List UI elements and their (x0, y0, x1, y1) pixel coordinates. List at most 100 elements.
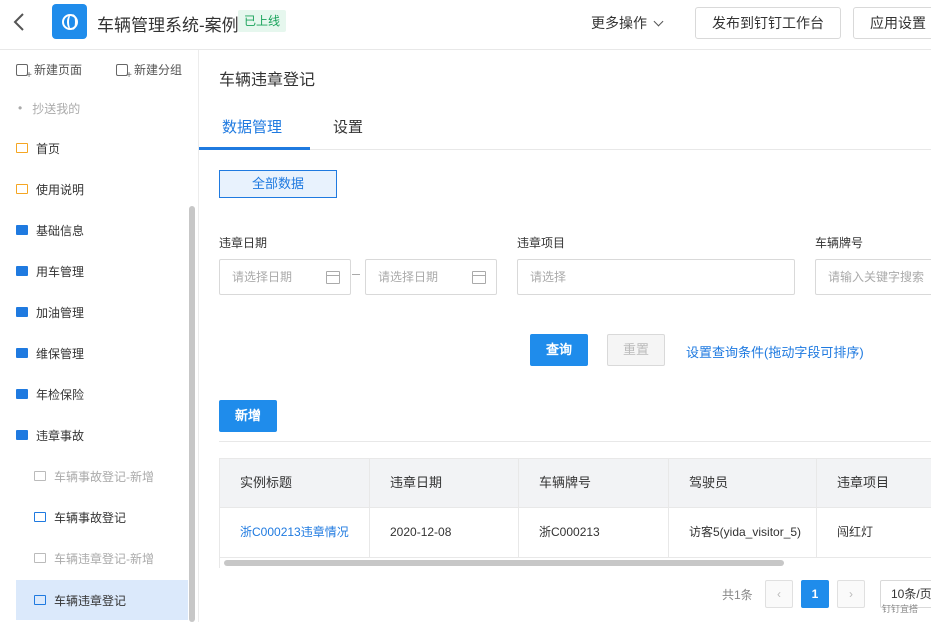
date-end-field[interactable]: 请选择日期 (365, 259, 497, 295)
new-group-button[interactable]: 新建分组 (116, 61, 183, 81)
cell-violation-item: 闯红灯 (817, 508, 931, 558)
sidebar-item-label: 车辆违章登记 (54, 593, 127, 608)
cell-driver: 访客5(yida_visitor_5) (669, 508, 817, 558)
sidebar-item-label: 车辆违章登记-新增 (54, 551, 154, 566)
main-content: 车辆违章登记 数据管理 设置 全部数据 违章日期 请选择日期 请选择日期 违章项… (199, 50, 931, 622)
column-header-title[interactable]: 实例标题 (220, 459, 370, 509)
table-header: 实例标题 违章日期 车辆牌号 驾驶员 违章项目 (220, 458, 931, 509)
tab-data-management[interactable]: 数据管理 (222, 116, 282, 137)
add-button[interactable]: 新增 (219, 400, 277, 432)
violation-item-select[interactable]: 请选择 (517, 259, 795, 295)
sidebar-scrollbar[interactable] (189, 206, 195, 622)
column-header-date[interactable]: 违章日期 (370, 459, 519, 509)
date-range-separator (352, 274, 360, 275)
sidebar-item-violation-register[interactable]: 车辆违章登记 (16, 580, 188, 620)
sidebar: 新建页面 新建分组 • 抄送我的 首页 使用说明 基础信息 用车管理 加油管理 维… (0, 50, 199, 622)
new-group-label: 新建分组 (134, 63, 183, 77)
globe-icon (61, 13, 78, 30)
pagination-page-1[interactable]: 1 (801, 580, 829, 608)
sidebar-item-label: 车辆事故登记 (54, 510, 127, 525)
form-icon (34, 512, 46, 522)
back-button[interactable] (12, 11, 32, 35)
column-header-plate[interactable]: 车辆牌号 (519, 459, 669, 509)
calendar-icon (472, 271, 486, 284)
sidebar-item-violation-register-new[interactable]: 车辆违章登记-新增 (0, 538, 190, 578)
sidebar-item-maintenance[interactable]: 维保管理 (0, 333, 190, 373)
folder-icon (16, 348, 28, 358)
new-group-icon (116, 63, 132, 81)
sidebar-item-label: 抄送我的 (32, 101, 81, 116)
violation-item-placeholder: 请选择 (530, 270, 567, 284)
violation-item-label: 违章项目 (517, 236, 566, 250)
divider (219, 441, 931, 442)
more-operations-label: 更多操作 (591, 15, 647, 31)
table-row: 浙C000213违章情况 2020-12-08 浙C000213 访客5(yid… (220, 508, 931, 558)
sidebar-item-refueling[interactable]: 加油管理 (0, 292, 190, 332)
folder-icon (16, 225, 28, 235)
sidebar-item-basic-info[interactable]: 基础信息 (0, 210, 190, 250)
date-start-placeholder: 请选择日期 (232, 270, 293, 284)
doc-icon (34, 471, 46, 481)
new-page-label: 新建页面 (34, 63, 83, 77)
plate-number-input[interactable]: 请输入关键字搜索 (815, 259, 931, 295)
app-title: 车辆管理系统-案例 (97, 16, 239, 35)
folder-icon (16, 266, 28, 276)
publish-to-dingtalk-button[interactable]: 发布到钉钉工作台 (695, 7, 841, 39)
sidebar-actions: 新建页面 新建分组 (0, 50, 199, 88)
active-tab-indicator (199, 147, 310, 150)
sidebar-item-accident-register[interactable]: 车辆事故登记 (0, 497, 190, 537)
sidebar-item-label: 用车管理 (36, 264, 85, 279)
page-title: 车辆违章登记 (219, 72, 316, 89)
plate-number-placeholder: 请输入关键字搜索 (828, 270, 925, 284)
set-query-conditions-link[interactable]: 设置查询条件(拖动字段可排序) (686, 342, 864, 361)
pagination-next-button[interactable]: › (837, 580, 865, 608)
new-page-icon (16, 63, 32, 81)
chevron-down-icon (653, 16, 664, 27)
cell-plate: 浙C000213 (519, 508, 669, 558)
cell-title-link[interactable]: 浙C000213违章情况 (220, 508, 370, 558)
page-icon (16, 143, 28, 153)
tab-settings[interactable]: 设置 (333, 116, 363, 137)
sidebar-item-label: 车辆事故登记-新增 (54, 469, 154, 484)
sidebar-item-label: 年检保险 (36, 387, 85, 402)
pagination-total: 共1条 (722, 588, 753, 602)
app-settings-button[interactable]: 应用设置 (853, 7, 931, 39)
sidebar-item-label: 加油管理 (36, 305, 85, 320)
sidebar-item-vehicle-use[interactable]: 用车管理 (0, 251, 190, 291)
folder-icon (16, 307, 28, 317)
sidebar-item-instructions[interactable]: 使用说明 (0, 169, 190, 209)
new-page-button[interactable]: 新建页面 (16, 61, 83, 81)
sidebar-item-home[interactable]: 首页 (0, 128, 190, 168)
table-horizontal-scrollbar[interactable] (224, 560, 784, 566)
column-header-driver[interactable]: 驾驶员 (669, 459, 817, 509)
chevron-left-icon (13, 13, 24, 31)
sidebar-item-cc-me[interactable]: • 抄送我的 (0, 88, 190, 128)
violation-date-label: 违章日期 (219, 236, 268, 250)
sidebar-item-label: 违章事故 (36, 428, 85, 443)
reset-button[interactable]: 重置 (607, 334, 665, 366)
sidebar-item-accident-register-new[interactable]: 车辆事故登记-新增 (0, 456, 190, 496)
query-button[interactable]: 查询 (530, 334, 588, 366)
calendar-icon (326, 271, 340, 284)
app-logo (52, 4, 87, 39)
pagination-prev-button[interactable]: ‹ (765, 580, 793, 608)
folder-icon (16, 389, 28, 399)
sidebar-item-label: 使用说明 (36, 182, 85, 197)
top-bar: 车辆管理系统-案例 已上线 更多操作 发布到钉钉工作台 应用设置 (0, 0, 931, 50)
all-data-button[interactable]: 全部数据 (219, 170, 337, 198)
watermark-text: 钉钉宜搭 (882, 604, 919, 614)
cell-date: 2020-12-08 (370, 508, 519, 558)
sidebar-item-label: 首页 (36, 141, 61, 156)
data-table: 实例标题 违章日期 车辆牌号 驾驶员 违章项目 浙C000213违章情况 202… (219, 458, 931, 568)
sidebar-item-violations-accidents[interactable]: 违章事故 (0, 415, 190, 455)
more-operations-dropdown[interactable]: 更多操作 (591, 13, 664, 33)
sidebar-item-label: 基础信息 (36, 223, 85, 238)
dot-icon: • (18, 101, 23, 115)
folder-open-icon (16, 430, 28, 440)
column-header-violation-item[interactable]: 违章项目 (817, 459, 931, 509)
plate-number-label: 车辆牌号 (815, 236, 864, 250)
status-badge: 已上线 (238, 10, 287, 32)
date-end-placeholder: 请选择日期 (378, 270, 439, 284)
sidebar-item-inspection-insurance[interactable]: 年检保险 (0, 374, 190, 414)
date-start-field[interactable]: 请选择日期 (219, 259, 351, 295)
